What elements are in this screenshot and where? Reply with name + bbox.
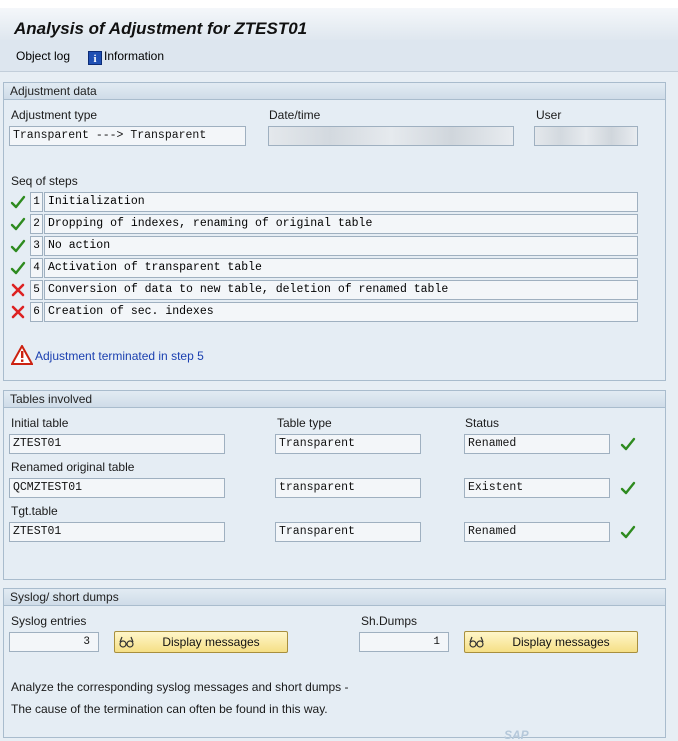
step-error-icon: [10, 282, 26, 298]
table-status-field[interactable]: Renamed: [464, 522, 610, 542]
step-description: Creation of sec. indexes: [44, 302, 638, 322]
step-success-icon: [10, 260, 26, 276]
step-number: 6: [30, 302, 43, 322]
table-name-field[interactable]: ZTEST01: [9, 522, 225, 542]
step-number: 2: [30, 214, 43, 234]
warning-icon: [11, 345, 33, 365]
information-button[interactable]: i Information: [88, 49, 164, 65]
sap-logo: SAP: [504, 728, 529, 741]
syslog-entries-field[interactable]: 3: [9, 632, 99, 652]
table-type-field[interactable]: Transparent: [275, 522, 421, 542]
tables-group-title: Tables involved: [4, 391, 665, 408]
adjustment-type-field[interactable]: Transparent ---> Transparent: [9, 126, 246, 146]
syslog-note-2: The cause of the termination can often b…: [11, 702, 328, 716]
adjustment-group-title: Adjustment data: [4, 83, 665, 100]
status-ok-icon: [620, 480, 636, 496]
status-ok-icon: [620, 436, 636, 452]
step-error-icon: [10, 304, 26, 320]
step-success-icon: [10, 238, 26, 254]
syslog-note-1: Analyze the corresponding syslog message…: [11, 680, 349, 694]
syslog-entries-label: Syslog entries: [11, 614, 87, 628]
datetime-label: Date/time: [269, 108, 321, 122]
status-label: Status: [465, 416, 500, 430]
short-dumps-label: Sh.Dumps: [361, 614, 418, 628]
adjustment-terminated-message: Adjustment terminated in step 5: [35, 349, 204, 363]
renamed-original-table-label: Renamed original table: [11, 460, 135, 474]
information-icon: i: [88, 51, 102, 65]
table-type-field[interactable]: transparent: [275, 478, 421, 498]
seq-of-steps-label: Seq of steps: [11, 174, 78, 188]
step-description: No action: [44, 236, 638, 256]
application-toolbar: Object log i Information: [0, 40, 678, 72]
information-label: Information: [104, 49, 165, 63]
user-field[interactable]: [534, 126, 638, 146]
table-status-field[interactable]: Renamed: [464, 434, 610, 454]
target-table-label: Tgt.table: [11, 504, 58, 518]
syslog-group-title: Syslog/ short dumps: [4, 589, 665, 606]
window-title: Analysis of Adjustment for ZTEST01: [14, 19, 308, 38]
display-syslog-messages-button[interactable]: Display messages: [114, 631, 288, 653]
table-name-field[interactable]: ZTEST01: [9, 434, 225, 454]
step-description: Dropping of indexes, renaming of origina…: [44, 214, 638, 234]
table-name-field[interactable]: QCMZTEST01: [9, 478, 225, 498]
display-dump-messages-label: Display messages: [512, 635, 610, 649]
display-syslog-messages-label: Display messages: [162, 635, 260, 649]
table-type-label: Table type: [277, 416, 332, 430]
step-description: Activation of transparent table: [44, 258, 638, 278]
short-dumps-field[interactable]: 1: [359, 632, 449, 652]
step-description: Initialization: [44, 192, 638, 212]
step-number: 5: [30, 280, 43, 300]
table-status-field[interactable]: Existent: [464, 478, 610, 498]
user-label: User: [536, 108, 562, 122]
initial-table-label: Initial table: [11, 416, 69, 430]
adjustment-type-label: Adjustment type: [11, 108, 98, 122]
step-description: Conversion of data to new table, deletio…: [44, 280, 638, 300]
step-success-icon: [10, 194, 26, 210]
object-log-button[interactable]: Object log: [16, 49, 70, 63]
status-ok-icon: [620, 524, 636, 540]
datetime-field[interactable]: [268, 126, 514, 146]
display-dump-messages-button[interactable]: Display messages: [464, 631, 638, 653]
step-success-icon: [10, 216, 26, 232]
title-bar: Analysis of Adjustment for ZTEST01: [0, 0, 678, 40]
step-number: 1: [30, 192, 43, 212]
table-type-field[interactable]: Transparent: [275, 434, 421, 454]
step-number: 4: [30, 258, 43, 278]
step-number: 3: [30, 236, 43, 256]
